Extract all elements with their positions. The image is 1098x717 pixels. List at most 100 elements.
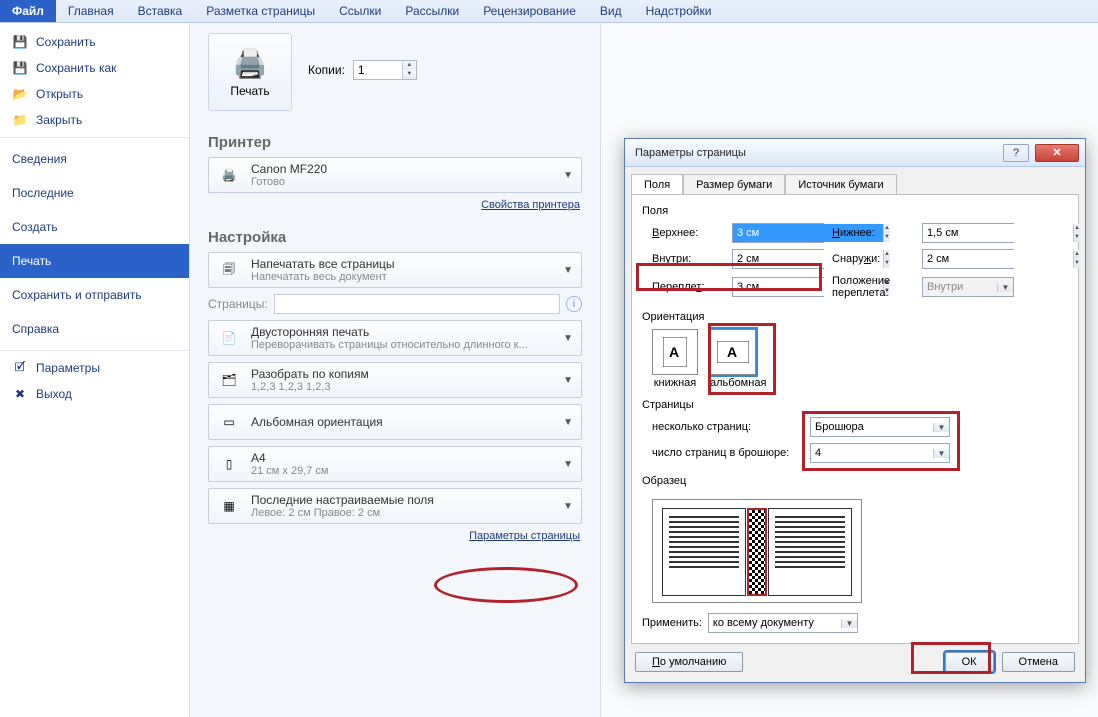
- svg-text:A: A: [669, 344, 679, 360]
- inside-spin[interactable]: ▲▼: [732, 249, 824, 269]
- paper-select[interactable]: ▯ A4 21 см x 29,7 см ▼: [208, 446, 582, 482]
- defaults-button[interactable]: По умолчанию: [635, 652, 743, 672]
- bottom-label: Нижнее:: [832, 227, 914, 239]
- tab-paper-size[interactable]: Размер бумаги: [683, 174, 785, 196]
- ok-button[interactable]: ОК: [945, 652, 994, 672]
- tab-paper-source[interactable]: Источник бумаги: [785, 174, 896, 196]
- annotation-box-gutter-preview: [747, 508, 767, 596]
- spin-down-icon[interactable]: ▼: [1074, 233, 1080, 242]
- nav-exit-label: Выход: [36, 387, 72, 401]
- apply-label: Применить:: [642, 617, 702, 629]
- tab-file[interactable]: Файл: [0, 0, 56, 22]
- dialog-titlebar[interactable]: Параметры страницы ? ✕: [625, 139, 1085, 167]
- chevron-down-icon: ▼: [933, 423, 949, 432]
- backstage-nav: 💾 Сохранить 💾 Сохранить как 📂 Открыть 📁 …: [0, 23, 190, 717]
- printer-status-icon: 🖨️: [215, 162, 243, 188]
- spin-up-icon[interactable]: ▲: [1074, 250, 1080, 259]
- gutter-pos-combo: Внутри ▼: [922, 277, 1014, 297]
- duplex-sub: Переворачивать страницы относительно дли…: [251, 339, 553, 351]
- print-button[interactable]: 🖨️ Печать: [208, 33, 292, 111]
- bottom-input[interactable]: [923, 224, 1073, 242]
- nav-info[interactable]: Сведения: [0, 142, 189, 176]
- nav-exit[interactable]: ✖ Выход: [0, 381, 189, 407]
- collate-select[interactable]: 🗂 Разобрать по копиям 1,2,3 1,2,3 1,2,3 …: [208, 362, 582, 398]
- exit-icon: ✖: [12, 386, 28, 402]
- nav-help[interactable]: Справка: [0, 312, 189, 346]
- orient-portrait-label: книжная: [654, 377, 697, 389]
- spin-down-icon[interactable]: ▼: [403, 70, 416, 79]
- bottom-spin[interactable]: ▲▼: [922, 223, 1014, 243]
- nav-recent[interactable]: Последние: [0, 176, 189, 210]
- printer-icon: 🖨️: [233, 47, 268, 80]
- printer-props-link[interactable]: Свойства принтера: [210, 199, 580, 211]
- preview-page-right: [768, 508, 852, 596]
- nav-save-as[interactable]: 💾 Сохранить как: [0, 55, 189, 81]
- sheets-value: 4: [811, 447, 933, 459]
- tab-home[interactable]: Главная: [56, 0, 126, 22]
- copies-input[interactable]: [354, 61, 402, 79]
- outside-input[interactable]: [923, 250, 1073, 268]
- print-range-title: Напечатать все страницы: [251, 257, 553, 271]
- duplex-select[interactable]: 📄 Двусторонняя печать Переворачивать стр…: [208, 320, 582, 356]
- tab-addins[interactable]: Надстройки: [634, 0, 724, 22]
- spin-up-icon[interactable]: ▲: [403, 61, 416, 70]
- preview-page-left: [662, 508, 746, 596]
- info-icon[interactable]: i: [566, 296, 582, 312]
- pages-icon: 🗐: [215, 257, 243, 283]
- help-button[interactable]: ?: [1003, 144, 1029, 162]
- nav-share[interactable]: Сохранить и отправить: [0, 278, 189, 312]
- outside-spin[interactable]: ▲▼: [922, 249, 1014, 269]
- copies-label: Копии:: [308, 63, 345, 77]
- copies-spin[interactable]: ▲▼: [353, 60, 417, 80]
- print-range-sub: Напечатать весь документ: [251, 271, 553, 283]
- page-setup-link[interactable]: Параметры страницы: [210, 530, 580, 542]
- cancel-button[interactable]: Отмена: [1002, 652, 1075, 672]
- tab-margins[interactable]: Поля: [631, 174, 683, 196]
- orient-landscape-label: альбомная: [710, 377, 766, 389]
- fields-group: Поля: [642, 205, 1068, 217]
- sheets-combo[interactable]: 4 ▼: [810, 443, 950, 463]
- spin-down-icon[interactable]: ▼: [1074, 259, 1080, 268]
- landscape-icon: A: [717, 341, 749, 363]
- sheets-label: число страниц в брошюре:: [652, 447, 802, 459]
- collate-sub: 1,2,3 1,2,3 1,2,3: [251, 381, 553, 393]
- nav-new[interactable]: Создать: [0, 210, 189, 244]
- tab-mailings[interactable]: Рассылки: [393, 0, 471, 22]
- duplex-icon: 📄: [215, 325, 243, 351]
- chevron-down-icon: ▼: [561, 375, 575, 386]
- close-button[interactable]: ✕: [1035, 144, 1079, 162]
- chevron-down-icon: ▼: [933, 449, 949, 458]
- tab-review[interactable]: Рецензирование: [471, 0, 588, 22]
- margins-select[interactable]: ▦ Последние настраиваемые поля Левое: 2 …: [208, 488, 582, 524]
- tab-view[interactable]: Вид: [588, 0, 634, 22]
- tab-references[interactable]: Ссылки: [327, 0, 393, 22]
- options-icon: 🗹: [12, 360, 28, 376]
- nav-options[interactable]: 🗹 Параметры: [0, 355, 189, 381]
- tab-page-layout[interactable]: Разметка страницы: [194, 0, 327, 22]
- chevron-down-icon: ▼: [561, 333, 575, 344]
- pages-group: Страницы: [642, 399, 1068, 411]
- nav-save[interactable]: 💾 Сохранить: [0, 29, 189, 55]
- apply-value: ко всему документу: [709, 617, 841, 629]
- printer-select[interactable]: 🖨️ Canon MF220 Готово ▼: [208, 157, 582, 193]
- tab-insert[interactable]: Вставка: [126, 0, 195, 22]
- print-range-select[interactable]: 🗐 Напечатать все страницы Напечатать вес…: [208, 252, 582, 288]
- pages-input[interactable]: [274, 294, 560, 314]
- printer-heading: Принтер: [208, 134, 582, 151]
- chevron-down-icon: ▼: [561, 459, 575, 470]
- gutter-spin[interactable]: ▲▼: [732, 277, 824, 297]
- multi-combo[interactable]: Брошюра ▼: [810, 417, 950, 437]
- spin-up-icon[interactable]: ▲: [1074, 224, 1080, 233]
- nav-close[interactable]: 📁 Закрыть: [0, 107, 189, 133]
- nav-print[interactable]: Печать: [0, 244, 189, 278]
- printer-name: Canon MF220: [251, 162, 553, 176]
- apply-combo[interactable]: ко всему документу ▼: [708, 613, 858, 633]
- save-icon: 💾: [12, 34, 28, 50]
- top-spin[interactable]: ▲▼: [732, 223, 824, 243]
- orient-landscape[interactable]: A альбомная: [710, 329, 766, 389]
- orient-portrait[interactable]: A книжная: [652, 329, 698, 389]
- dialog-panel: Поля Верхнее: ▲▼ Нижнее: ▲▼ Внутри: ▲▼ С…: [631, 194, 1079, 644]
- orientation-select[interactable]: ▭ Альбомная ориентация ▼: [208, 404, 582, 440]
- nav-save-label: Сохранить: [36, 35, 96, 49]
- nav-open[interactable]: 📂 Открыть: [0, 81, 189, 107]
